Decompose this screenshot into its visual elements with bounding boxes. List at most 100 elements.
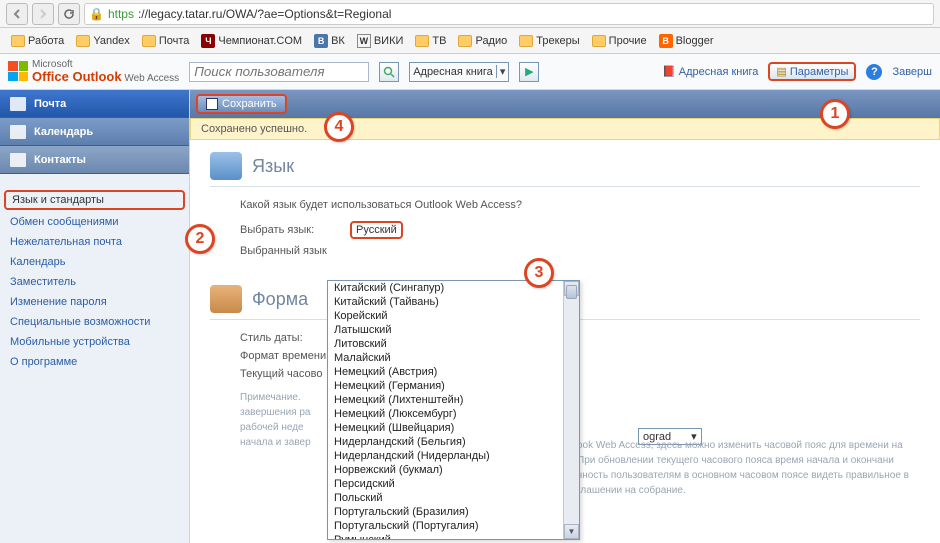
dropdown-item[interactable]: Немецкий (Люксембург) — [328, 407, 579, 421]
bookmarks-bar: РаботаYandexПочтаЧЧемпионат.COMBВКWВИКИТ… — [0, 28, 940, 54]
sidebar-option[interactable]: Мобильные устройства — [0, 332, 189, 352]
scrollbar[interactable]: ▲ ▼ — [563, 281, 579, 539]
book-icon: 📕 — [662, 65, 676, 78]
sidebar-option[interactable]: Специальные возможности — [0, 312, 189, 332]
logo-sub: Web Access — [124, 73, 179, 84]
language-question: Какой язык будет использоваться Outlook … — [240, 199, 920, 211]
section-title-text: Форма — [252, 289, 308, 310]
bookmark-icon — [11, 35, 25, 47]
globe-icon — [210, 152, 242, 180]
format-note-right: ook Web Access, здесь можно изменить час… — [577, 438, 927, 498]
owa-logo: MicrosoftOffice Outlook Web Access — [8, 59, 179, 84]
bookmark-item[interactable]: ТВ — [410, 33, 451, 49]
dropdown-item[interactable]: Немецкий (Швейцария) — [328, 421, 579, 435]
callout-4: 4 — [324, 112, 354, 142]
reload-button[interactable] — [58, 3, 80, 25]
dropdown-item[interactable]: Немецкий (Лихтенштейн) — [328, 393, 579, 407]
bookmark-icon: W — [357, 34, 371, 48]
address-bar[interactable]: 🔒 https ://legacy.tatar.ru/OWA/?ae=Option… — [84, 3, 934, 25]
link-address-book[interactable]: 📕Адресная книга — [662, 65, 758, 78]
url-protocol: https — [108, 7, 134, 21]
bookmark-icon — [519, 35, 533, 47]
nav-icon — [10, 153, 26, 167]
search-button[interactable] — [379, 62, 399, 82]
dropdown-item[interactable]: Нидерландский (Нидерланды) — [328, 449, 579, 463]
forward-button[interactable] — [32, 3, 54, 25]
scroll-thumb[interactable] — [566, 285, 577, 299]
format-icon — [210, 285, 242, 313]
dropdown-item[interactable]: Португальский (Португалия) — [328, 519, 579, 533]
bookmark-item[interactable]: BВК — [309, 32, 350, 50]
link-logout[interactable]: Заверш — [892, 66, 932, 78]
chevron-down-icon: ▾ — [496, 65, 506, 78]
scroll-down[interactable]: ▼ — [564, 524, 579, 539]
logo-main: Office Outlook — [32, 69, 122, 84]
section-title-text: Язык — [252, 156, 294, 177]
dropdown-item[interactable]: Румынский — [328, 533, 579, 539]
dropdown-item[interactable]: Персидский — [328, 477, 579, 491]
dropdown-item[interactable]: Нидерландский (Бельгия) — [328, 435, 579, 449]
bookmark-icon — [458, 35, 472, 47]
bookmark-icon — [76, 35, 90, 47]
bookmark-item[interactable]: Трекеры — [514, 33, 584, 49]
dropdown-item[interactable]: Латышский — [328, 323, 579, 337]
params-button[interactable]: ▤Параметры — [768, 62, 856, 81]
sidebar-option[interactable]: Календарь — [0, 252, 189, 272]
url-path: ://legacy.tatar.ru/OWA/?ae=Options&t=Reg… — [138, 7, 391, 21]
browser-toolbar: 🔒 https ://legacy.tatar.ru/OWA/?ae=Option… — [0, 0, 940, 28]
sidebar-option[interactable]: Язык и стандарты — [4, 190, 185, 210]
selected-language-label: Выбранный язык — [240, 245, 350, 257]
bookmark-icon: B — [314, 34, 328, 48]
lock-icon: 🔒 — [89, 7, 104, 21]
nav-icon — [10, 97, 26, 111]
bookmark-item[interactable]: Радио — [453, 33, 512, 49]
sidebar: ПочтаКалендарьКонтакты Язык и стандартыО… — [0, 90, 190, 543]
language-select[interactable]: Русский — [350, 221, 403, 239]
sidebar-option[interactable]: Нежелательная почта — [0, 232, 189, 252]
sidebar-main-item[interactable]: Почта — [0, 90, 189, 118]
bookmark-item[interactable]: ЧЧемпионат.COM — [196, 32, 307, 50]
sidebar-main-item[interactable]: Контакты — [0, 146, 189, 174]
nav-icon — [10, 125, 26, 139]
save-icon — [206, 98, 218, 110]
save-label: Сохранить — [222, 98, 277, 110]
bookmark-icon: B — [659, 34, 673, 48]
params-icon: ▤ — [776, 65, 786, 78]
ms-logo-icon — [8, 61, 28, 81]
divider — [210, 186, 920, 187]
save-button[interactable]: Сохранить — [196, 94, 287, 114]
language-dropdown[interactable]: Китайский (Сингапур)Китайский (Тайвань)К… — [327, 280, 580, 540]
dropdown-item[interactable]: Португальский (Бразилия) — [328, 505, 579, 519]
section-language-title: Язык — [210, 152, 920, 180]
dropdown-item[interactable]: Малайский — [328, 351, 579, 365]
help-icon[interactable]: ? — [866, 64, 882, 80]
bookmark-item[interactable]: Почта — [137, 33, 195, 49]
dropdown-item[interactable]: Немецкий (Германия) — [328, 379, 579, 393]
owa-header: MicrosoftOffice Outlook Web Access Адрес… — [0, 54, 940, 90]
bookmark-icon — [415, 35, 429, 47]
dropdown-item[interactable]: Норвежский (букмал) — [328, 463, 579, 477]
bookmark-item[interactable]: BBlogger — [654, 32, 719, 50]
language-value: Русский — [356, 224, 397, 236]
dropdown-item[interactable]: Литовский — [328, 337, 579, 351]
callout-3: 3 — [524, 258, 554, 288]
dropdown-item[interactable]: Корейский — [328, 309, 579, 323]
sidebar-option[interactable]: О программе — [0, 352, 189, 372]
dropdown-item[interactable]: Китайский (Тайвань) — [328, 295, 579, 309]
sidebar-option[interactable]: Обмен сообщениями — [0, 212, 189, 232]
sidebar-option[interactable]: Изменение пароля — [0, 292, 189, 312]
bookmark-item[interactable]: Работа — [6, 33, 69, 49]
dropdown-item[interactable]: Немецкий (Австрия) — [328, 365, 579, 379]
bookmark-item[interactable]: Yandex — [71, 33, 135, 49]
sidebar-main-item[interactable]: Календарь — [0, 118, 189, 146]
address-book-go[interactable]: ▶ — [519, 62, 539, 82]
select-language-label: Выбрать язык: — [240, 224, 350, 236]
bookmark-item[interactable]: Прочие — [587, 33, 652, 49]
dropdown-item[interactable]: Польский — [328, 491, 579, 505]
search-input[interactable] — [189, 62, 369, 82]
back-button[interactable] — [6, 3, 28, 25]
callout-1: 1 — [820, 99, 850, 129]
sidebar-option[interactable]: Заместитель — [0, 272, 189, 292]
address-book-select[interactable]: Адресная книга ▾ — [409, 62, 509, 82]
bookmark-item[interactable]: WВИКИ — [352, 32, 409, 50]
